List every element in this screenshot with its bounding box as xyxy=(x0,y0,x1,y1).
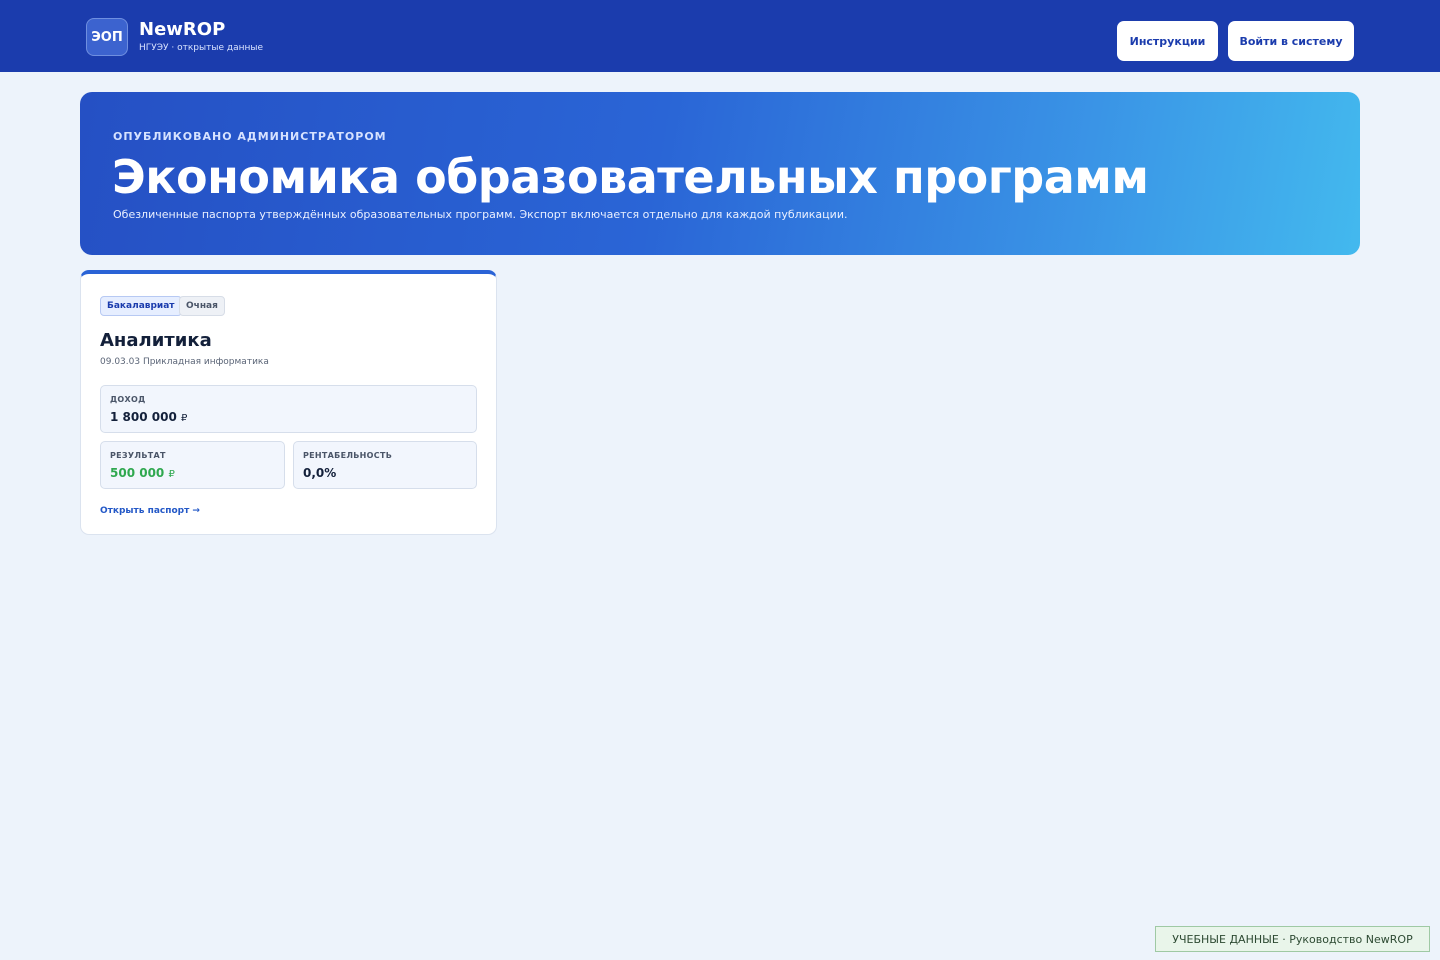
page-title: Экономика образовательных программ xyxy=(112,150,1149,204)
top-navbar: ЭОП NewROP НГУЭУ · открытые данные Инстр… xyxy=(0,0,1440,72)
study-form-badge: Очная xyxy=(179,296,225,316)
ruble-icon: ₽ xyxy=(168,469,175,480)
brand-name[interactable]: NewROP xyxy=(139,19,225,41)
hero-banner: ОПУБЛИКОВАНО АДМИНИСТРАТОРОМ Экономика о… xyxy=(80,92,1360,255)
brand-subtitle: НГУЭУ · открытые данные xyxy=(139,43,263,53)
result-amount: 500 000 xyxy=(110,466,165,480)
login-button[interactable]: Войти в систему xyxy=(1228,21,1354,61)
level-badge: Бакалавриат xyxy=(100,296,182,316)
income-value: 1 800 000 ₽ xyxy=(110,410,187,424)
income-label: ДОХОД xyxy=(110,395,146,404)
margin-label: РЕНТАБЕЛЬНОСТЬ xyxy=(303,451,393,460)
program-card: Бакалавриат Очная Аналитика 09.03.03 При… xyxy=(80,270,497,535)
hero-kicker: ОПУБЛИКОВАНО АДМИНИСТРАТОРОМ xyxy=(113,130,387,143)
result-stat: РЕЗУЛЬТАТ 500 000 ₽ xyxy=(100,441,285,489)
program-title: Аналитика xyxy=(100,330,212,351)
open-passport-link[interactable]: Открыть паспорт → xyxy=(100,506,200,516)
instructions-button[interactable]: Инструкции xyxy=(1117,21,1218,61)
program-code: 09.03.03 Прикладная информатика xyxy=(100,357,269,367)
logo-icon[interactable]: ЭОП xyxy=(86,18,128,56)
margin-stat: РЕНТАБЕЛЬНОСТЬ 0,0% xyxy=(293,441,477,489)
result-value: 500 000 ₽ xyxy=(110,466,175,480)
ruble-icon: ₽ xyxy=(181,413,188,424)
margin-value: 0,0% xyxy=(303,466,337,480)
training-data-badge: УЧЕБНЫЕ ДАННЫЕ · Руководство NewROP xyxy=(1155,926,1430,952)
income-stat: ДОХОД 1 800 000 ₽ xyxy=(100,385,477,433)
income-amount: 1 800 000 xyxy=(110,410,177,424)
result-label: РЕЗУЛЬТАТ xyxy=(110,451,166,460)
hero-description: Обезличенные паспорта утверждённых образ… xyxy=(113,208,848,221)
